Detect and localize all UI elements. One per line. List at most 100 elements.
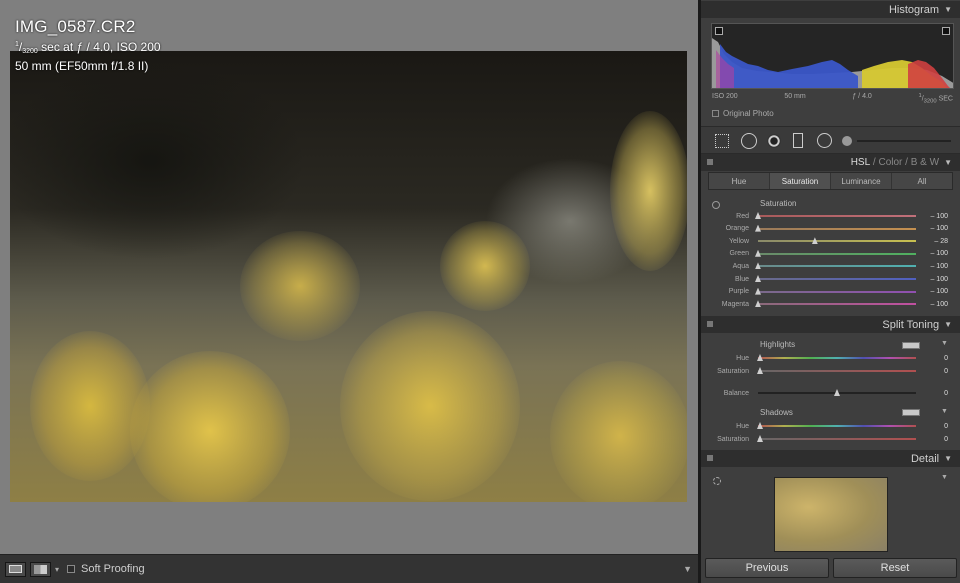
detail-preview[interactable]	[774, 477, 888, 552]
hsl-slider-thumb[interactable]	[755, 275, 761, 282]
hsl-slider-value[interactable]: – 100	[930, 301, 948, 308]
hsl-slider-magenta[interactable]: Magenta – 100	[706, 298, 952, 310]
hsl-slider-value[interactable]: – 100	[930, 276, 948, 283]
original-photo-toggle[interactable]: Original Photo	[712, 109, 774, 118]
shadows-color-swatch[interactable]	[902, 409, 920, 416]
adjustment-brush-icon[interactable]	[842, 136, 852, 146]
hsl-slider-value[interactable]: – 100	[930, 213, 948, 220]
soft-proofing-checkbox[interactable]	[67, 565, 76, 573]
reset-button[interactable]: Reset	[833, 558, 957, 578]
balance-track[interactable]	[758, 389, 916, 396]
hl-sat-value[interactable]: 0	[944, 368, 948, 375]
tab-luminance[interactable]: Luminance	[831, 173, 892, 189]
hsl-header[interactable]: HSL / Color / B & W ▼	[701, 154, 960, 171]
crop-tool-icon[interactable]	[715, 134, 729, 148]
hsl-header-bw[interactable]: B & W	[911, 157, 939, 168]
hsl-slider-track[interactable]	[755, 212, 916, 219]
hl-sat-thumb[interactable]	[757, 367, 763, 374]
hsl-slider-green[interactable]: Green – 100	[706, 248, 952, 260]
hsl-slider-thumb[interactable]	[755, 212, 761, 219]
sh-hue-value[interactable]: 0	[944, 423, 948, 430]
hsl-slider-thumb[interactable]	[755, 224, 761, 232]
panel-switch-icon[interactable]	[707, 321, 713, 327]
loupe-view-button[interactable]	[5, 561, 26, 577]
panel-switch-icon[interactable]	[707, 455, 713, 461]
original-photo-checkbox[interactable]	[712, 110, 719, 117]
balance-value[interactable]: 0	[944, 390, 948, 397]
hsl-slider-red[interactable]: Red – 100	[706, 210, 952, 222]
hsl-slider-orange[interactable]: Orange – 100	[706, 223, 952, 235]
hsl-slider-thumb[interactable]	[755, 249, 761, 257]
image-canvas[interactable]: IMG_0587.CR2 1/3200 sec at ƒ / 4.0, ISO …	[0, 0, 698, 554]
sh-sat-label: Saturation	[717, 435, 749, 443]
hsl-slider-label: Orange	[725, 225, 749, 233]
split-toning-header[interactable]: Split Toning ▼	[701, 316, 960, 333]
hsl-slider-value[interactable]: – 100	[930, 288, 948, 295]
hsl-slider-aqua[interactable]: Aqua – 100	[706, 260, 952, 272]
sh-sat-track[interactable]	[757, 435, 916, 442]
detail-zoom-target-icon[interactable]	[713, 477, 721, 485]
hl-sat-slider[interactable]: Saturation 0	[706, 365, 952, 377]
hsl-slider-thumb[interactable]	[755, 262, 761, 270]
detail-disclosure-icon[interactable]: ▼	[941, 474, 948, 481]
hsl-slider-track[interactable]	[755, 224, 916, 232]
hsl-slider-track[interactable]	[755, 275, 916, 282]
red-eye-icon[interactable]	[767, 134, 781, 148]
hl-sat-track[interactable]	[757, 367, 916, 374]
histogram-red	[908, 60, 950, 88]
tab-hue[interactable]: Hue	[709, 173, 770, 189]
targeted-adjustment-icon[interactable]	[712, 201, 720, 209]
sh-hue-thumb[interactable]	[757, 422, 763, 429]
radial-filter-icon[interactable]	[817, 133, 832, 148]
hsl-header-color[interactable]: Color	[878, 157, 902, 168]
sh-hue-slider[interactable]: Hue 0	[706, 420, 952, 432]
sh-sat-value[interactable]: 0	[944, 436, 948, 443]
balance-slider[interactable]: Balance 0	[706, 387, 952, 399]
photo-info-overlay: IMG_0587.CR2 1/3200 sec at ƒ / 4.0, ISO …	[15, 17, 161, 74]
highlights-disclosure-icon[interactable]: ▼	[941, 340, 948, 347]
hsl-slider-track[interactable]	[758, 237, 916, 245]
tab-all[interactable]: All	[892, 173, 952, 189]
previous-button[interactable]: Previous	[705, 558, 829, 578]
hsl-header-hsl[interactable]: HSL	[851, 157, 870, 168]
photo-preview[interactable]	[10, 51, 687, 502]
hsl-slider-track[interactable]	[755, 249, 916, 257]
hsl-slider-blue[interactable]: Blue – 100	[706, 273, 952, 285]
photo-bloom	[30, 331, 150, 481]
hsl-slider-thumb[interactable]	[755, 300, 761, 308]
spot-removal-icon[interactable]	[741, 133, 757, 149]
hsl-slider-value[interactable]: – 100	[930, 225, 948, 232]
detail-header[interactable]: Detail ▼	[701, 450, 960, 467]
sh-sat-slider[interactable]: Saturation 0	[706, 433, 952, 445]
shadow-clipping-icon[interactable]	[715, 27, 723, 35]
highlight-clipping-icon[interactable]	[942, 27, 950, 35]
hsl-slider-thumb[interactable]	[811, 237, 818, 245]
hl-hue-slider[interactable]: Hue 0	[706, 352, 952, 364]
toolbar-content-caret[interactable]: ▼	[683, 564, 692, 574]
tab-saturation[interactable]: Saturation	[770, 173, 831, 189]
hsl-slider-purple[interactable]: Purple – 100	[706, 286, 952, 298]
hsl-slider-value[interactable]: – 100	[930, 263, 948, 270]
sh-hue-track[interactable]	[757, 422, 916, 429]
hsl-slider-yellow[interactable]: Yellow – 28	[706, 235, 952, 247]
hsl-slider-track[interactable]	[755, 262, 916, 270]
hsl-slider-track[interactable]	[755, 300, 916, 308]
before-after-button[interactable]	[30, 561, 51, 577]
highlights-color-swatch[interactable]	[902, 342, 920, 349]
histogram-graph[interactable]	[711, 23, 954, 89]
hsl-slider-value[interactable]: – 28	[934, 238, 948, 245]
hsl-slider-value[interactable]: – 100	[930, 250, 948, 257]
hl-hue-value[interactable]: 0	[944, 355, 948, 362]
shadows-disclosure-icon[interactable]: ▼	[941, 408, 948, 415]
sh-sat-thumb[interactable]	[757, 435, 763, 442]
histogram-header[interactable]: Histogram ▼	[701, 1, 960, 18]
panel-switch-icon[interactable]	[707, 159, 713, 165]
hl-hue-track[interactable]	[757, 354, 916, 361]
graduated-filter-icon[interactable]	[793, 133, 803, 148]
hsl-slider-track[interactable]	[755, 287, 916, 295]
balance-thumb[interactable]	[834, 389, 840, 396]
view-options-caret[interactable]: ▾	[55, 565, 59, 574]
tool-slider-track[interactable]	[857, 140, 951, 142]
hsl-slider-thumb[interactable]	[755, 287, 761, 295]
hl-hue-thumb[interactable]	[757, 354, 763, 361]
